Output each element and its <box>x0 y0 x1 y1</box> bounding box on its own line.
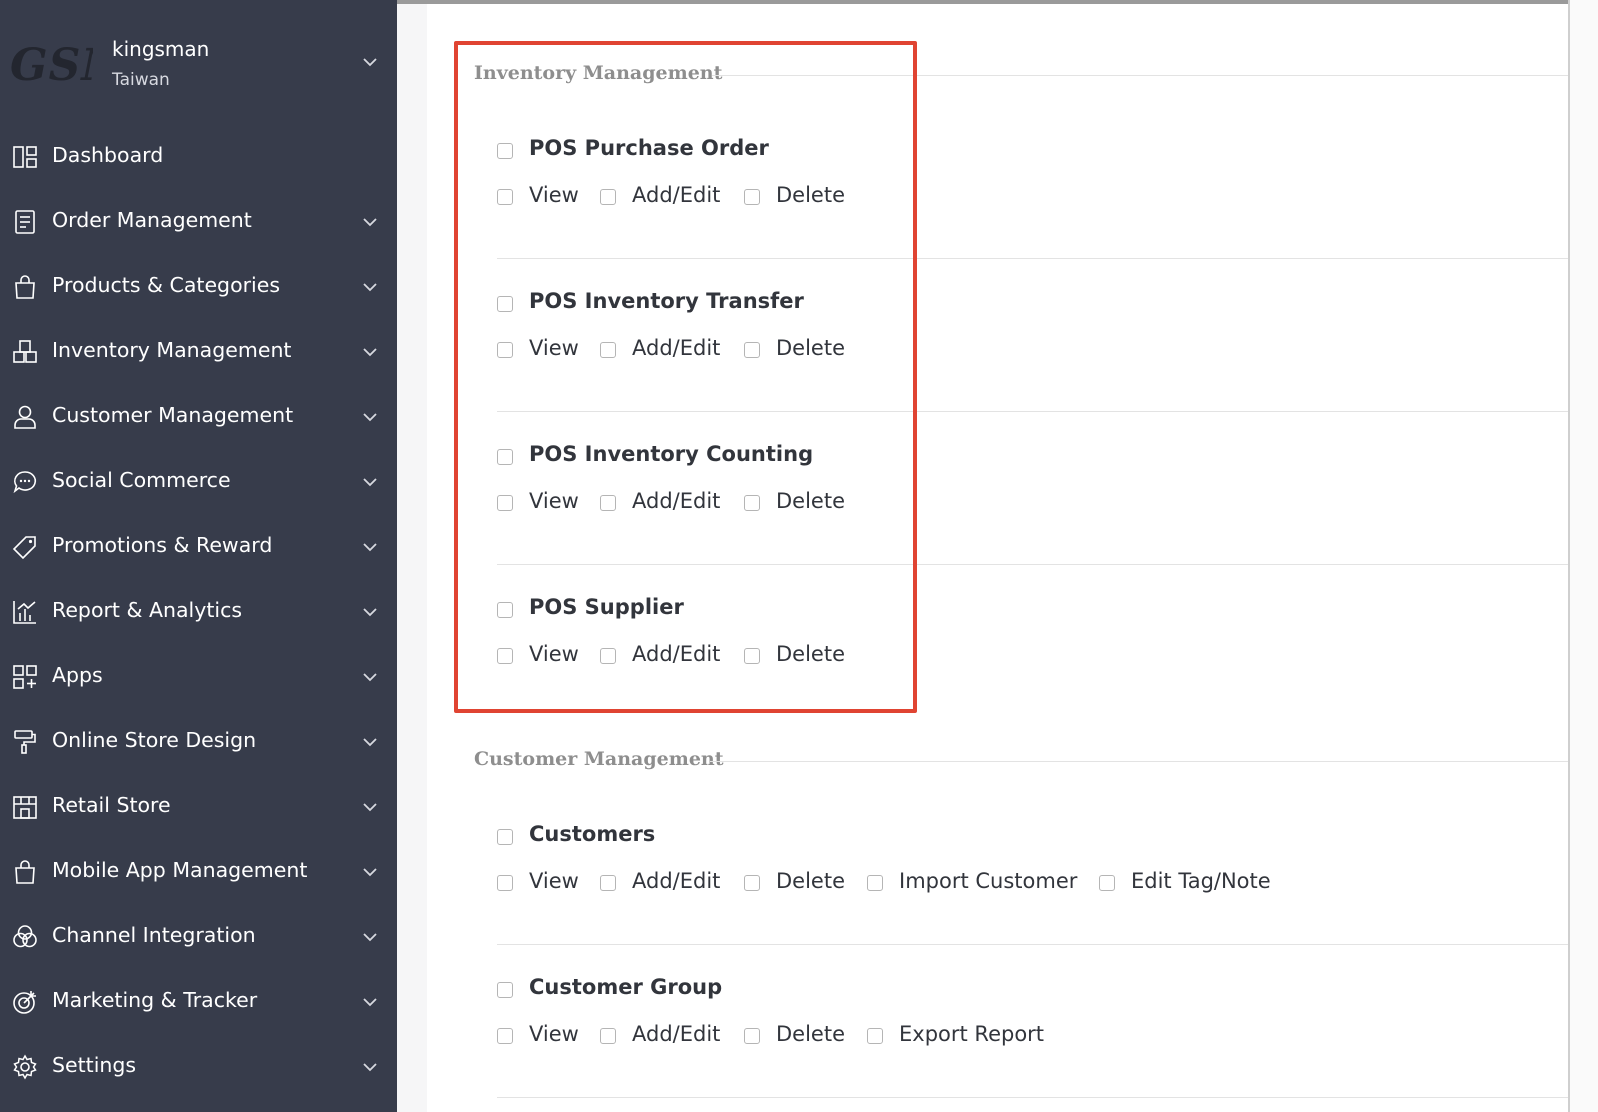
export-report-checkbox[interactable] <box>867 1028 883 1044</box>
sidebar-item-marketing-tracker[interactable]: Marketing & Tracker <box>0 969 397 1034</box>
option-label: View <box>529 869 579 893</box>
sidebar-item-channel-integration[interactable]: Channel Integration <box>0 904 397 969</box>
sidebar-item-label: Inventory Management <box>52 338 292 362</box>
clipboard-icon <box>15 210 35 234</box>
store-icon <box>13 796 37 819</box>
sidebar-item-social-commerce[interactable]: Social Commerce <box>0 449 397 514</box>
target-icon <box>13 991 36 1014</box>
group-divider <box>497 1097 1568 1098</box>
sidebar-item-label: Apps <box>52 663 103 687</box>
store-logo: GSM <box>10 40 93 91</box>
sidebar-item-customer-management[interactable]: Customer Management <box>0 384 397 449</box>
chevron-down-icon <box>363 608 377 617</box>
paint-roller-icon <box>14 730 36 754</box>
account-switcher[interactable]: GSM kingsman Taiwan <box>0 30 397 100</box>
sidebar-item-online-store-design[interactable]: Online Store Design <box>0 709 397 774</box>
chevron-down-icon <box>363 738 377 747</box>
view-checkbox[interactable] <box>497 875 513 891</box>
sidebar-item-label: Report & Analytics <box>52 598 243 622</box>
option-label: Delete <box>776 1022 845 1046</box>
chevron-down-icon <box>363 543 377 552</box>
sidebar-item-report-analytics[interactable]: Report & Analytics <box>0 579 397 644</box>
chevron-down-icon <box>363 998 377 1007</box>
import-customer-checkbox[interactable] <box>867 875 883 891</box>
sidebar-item-label: Order Management <box>52 208 252 232</box>
option-label: Add/Edit <box>632 1022 721 1046</box>
scrollbar-track[interactable] <box>1568 0 1598 1112</box>
chevron-down-icon <box>363 803 377 812</box>
circles-icon <box>13 925 37 948</box>
permission-group-title: Customers <box>529 822 656 846</box>
option-label: View <box>529 1022 579 1046</box>
apps-icon <box>13 665 37 689</box>
sidebar-item-label: Channel Integration <box>52 923 256 947</box>
sidebar-item-label: Settings <box>52 1053 137 1077</box>
account-region: Taiwan <box>112 70 170 90</box>
sidebar-item-label: Retail Store <box>52 793 171 817</box>
sidebar-item-products-categories[interactable]: Products & Categories <box>0 254 397 319</box>
option-label: Edit Tag/Note <box>1131 869 1271 893</box>
sidebar: GSM kingsman Taiwan Dashboard Order Mana… <box>0 0 397 1112</box>
add-edit-checkbox[interactable] <box>600 875 616 891</box>
sidebar-item-promotions-reward[interactable]: Promotions & Reward <box>0 514 397 579</box>
boxes-icon <box>13 340 37 363</box>
group-checkbox[interactable] <box>497 982 513 998</box>
sidebar-item-inventory-management[interactable]: Inventory Management <box>0 319 397 384</box>
highlight-box <box>454 41 917 713</box>
permission-group-title: Customer Group <box>529 975 723 999</box>
user-icon <box>14 405 36 429</box>
account-name: kingsman <box>112 37 210 61</box>
chevron-down-icon[interactable] <box>360 52 380 72</box>
sidebar-item-apps[interactable]: Apps <box>0 644 397 709</box>
shopping-bag-icon <box>15 860 35 884</box>
sidebar-item-mobile-app-management[interactable]: Mobile App Management <box>0 839 397 904</box>
delete-checkbox[interactable] <box>744 875 760 891</box>
chevron-down-icon <box>363 478 377 487</box>
chevron-down-icon <box>363 1063 377 1072</box>
chat-icon <box>13 471 37 494</box>
dashboard-icon <box>13 146 37 168</box>
sidebar-item-label: Customer Management <box>52 403 294 427</box>
chevron-down-icon <box>363 413 377 422</box>
option-label: Import Customer <box>899 869 1078 893</box>
group-divider <box>497 944 1568 945</box>
sidebar-item-label: Dashboard <box>52 143 164 167</box>
sidebar-item-label: Mobile App Management <box>52 858 308 882</box>
sidebar-item-label: Products & Categories <box>52 273 281 297</box>
section-divider <box>710 761 1568 762</box>
chevron-down-icon <box>363 868 377 877</box>
view-checkbox[interactable] <box>497 1028 513 1044</box>
chevron-down-icon <box>363 933 377 942</box>
section-title-customer: Customer Management <box>474 748 724 770</box>
sidebar-item-dashboard[interactable]: Dashboard <box>0 124 397 189</box>
sidebar-item-retail-store[interactable]: Retail Store <box>0 774 397 839</box>
option-label: Add/Edit <box>632 869 721 893</box>
group-checkbox[interactable] <box>497 829 513 845</box>
sidebar-item-label: Promotions & Reward <box>52 533 273 557</box>
option-label: Delete <box>776 869 845 893</box>
sidebar-item-label: Social Commerce <box>52 468 231 492</box>
chevron-down-icon <box>363 218 377 227</box>
chevron-down-icon <box>363 673 377 682</box>
edit-tag-note-checkbox[interactable] <box>1099 875 1115 891</box>
tag-icon <box>12 536 36 560</box>
sidebar-nav: Dashboard Order Management Products & Ca… <box>0 124 397 1099</box>
chevron-down-icon <box>363 283 377 292</box>
bar-chart-icon <box>13 601 36 624</box>
shopping-bag-icon <box>15 275 35 299</box>
sidebar-item-settings[interactable]: Settings <box>0 1034 397 1099</box>
option-label: Export Report <box>899 1022 1045 1046</box>
gear-icon <box>13 1054 37 1080</box>
add-edit-checkbox[interactable] <box>600 1028 616 1044</box>
delete-checkbox[interactable] <box>744 1028 760 1044</box>
sidebar-item-label: Marketing & Tracker <box>52 988 258 1012</box>
sidebar-item-order-management[interactable]: Order Management <box>0 189 397 254</box>
sidebar-item-label: Online Store Design <box>52 728 257 752</box>
chevron-down-icon <box>363 348 377 357</box>
